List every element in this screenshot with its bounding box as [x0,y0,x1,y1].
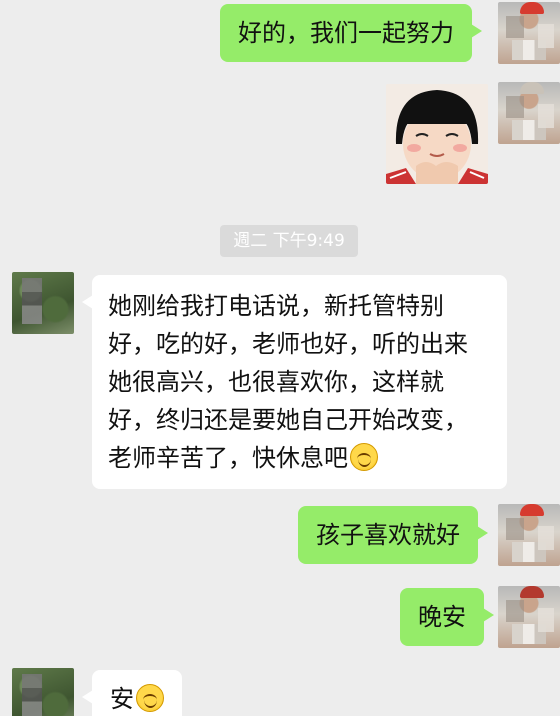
message-line-last: 老师辛苦了，快休息吧 [108,439,491,477]
message-text: 好的，我们一起努力 [238,19,454,47]
message-bubble-outgoing[interactable]: 晚安 [400,588,494,646]
message-line: 老师辛苦了，快休息吧 [108,444,348,472]
message-line: 她刚给我打电话说，新托管特别 [108,292,444,320]
my-avatar[interactable] [498,504,560,566]
message-line: 好，吃的好，老师也好，听的出来 [108,330,468,358]
my-avatar[interactable] [498,82,560,144]
my-avatar[interactable] [498,586,560,648]
contact-avatar[interactable] [12,272,74,334]
message-bubble-outgoing[interactable]: 孩子喜欢就好 [298,506,488,564]
contact-avatar[interactable] [12,668,74,716]
my-avatar[interactable] [498,2,560,64]
message-text: 晚安 [418,603,466,631]
message-text: 孩子喜欢就好 [316,521,460,549]
message-line: 她很高兴，也很喜欢你，这样就 [108,368,444,396]
message-timestamp: 週二 下午9:49 [220,225,358,257]
message-text: 安 [110,685,134,713]
message-bubble-incoming[interactable]: 安 [82,670,182,716]
girl-bangs-face-sticker[interactable] [386,84,488,184]
message-bubble-incoming[interactable]: 她刚给我打电话说，新托管特别 好，吃的好，老师也好，听的出来 她很高兴，也很喜欢… [82,275,507,489]
message-bubble-outgoing[interactable]: 好的，我们一起努力 [220,4,482,62]
message-line: 好，终归还是要她自己开始改变， [108,406,468,434]
smile-emoji-icon [136,684,164,712]
smile-emoji-icon [350,443,378,471]
